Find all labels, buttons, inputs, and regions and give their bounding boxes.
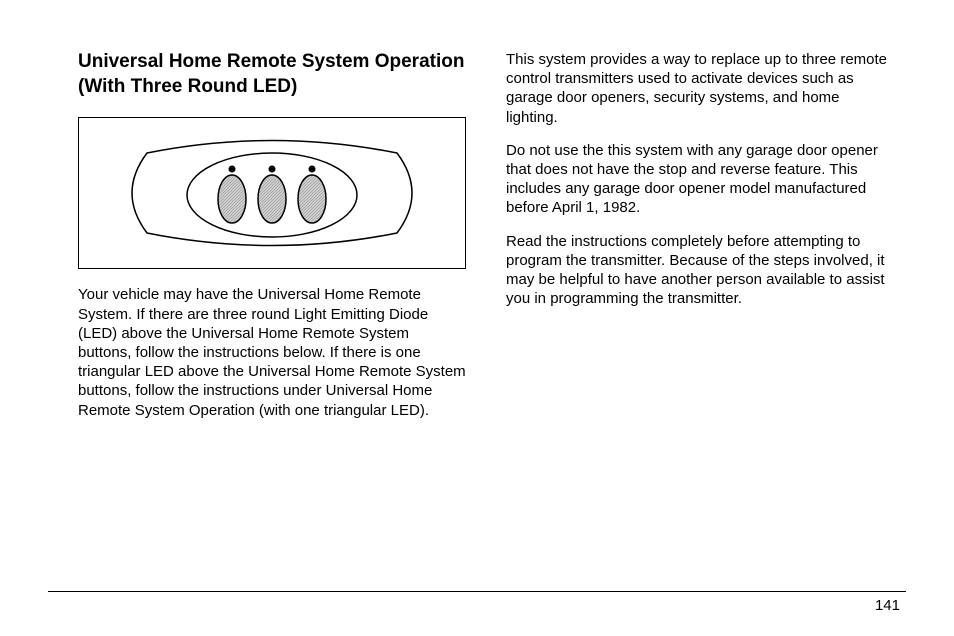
remote-diagram [78,117,466,269]
left-paragraph: Your vehicle may have the Universal Home… [78,285,466,419]
page-content: Universal Home Remote System Operation (… [0,0,954,434]
right-paragraph: Do not use the this system with any gara… [506,141,894,218]
section-heading: Universal Home Remote System Operation (… [78,50,466,99]
left-column: Universal Home Remote System Operation (… [78,50,466,434]
page-number: 141 [875,597,900,614]
right-paragraph: Read the instructions completely before … [506,232,894,309]
footer-rule [48,591,906,592]
right-column: This system provides a way to replace up… [506,50,894,434]
right-paragraph: This system provides a way to replace up… [506,50,894,127]
remote-illustration-svg [127,133,417,253]
